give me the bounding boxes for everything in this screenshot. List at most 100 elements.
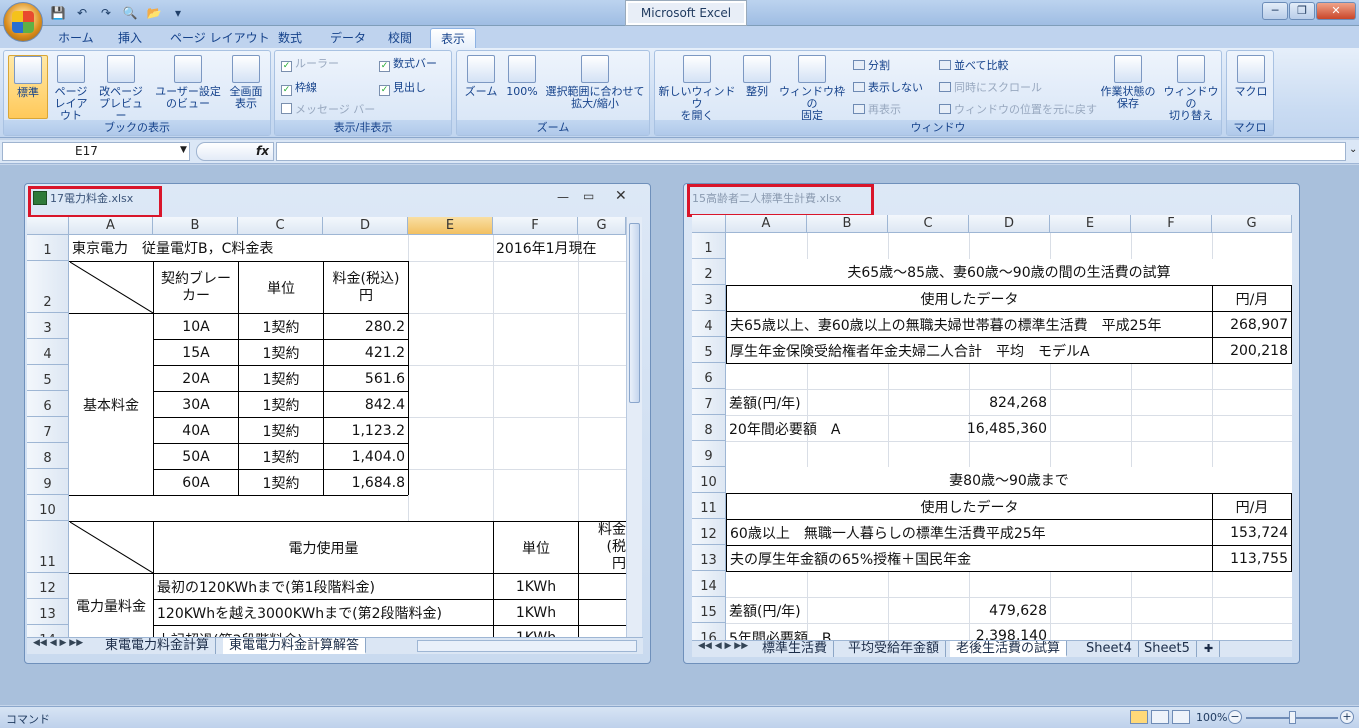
col-header-e[interactable]: E [1050,215,1131,233]
tab-insert[interactable]: 挿入 [108,28,152,48]
open-folder-icon[interactable]: 📂 [146,5,162,21]
cell-usage-desc[interactable]: 最初の120KWhまで(第1段階料金) [154,574,493,599]
sync-scroll-button[interactable]: 同時にスクロール [939,79,1042,97]
col-header-c[interactable]: C [238,217,323,235]
name-box-dropdown-icon[interactable]: ▼ [180,145,187,155]
cell-g11-fee[interactable]: 料金(税 円 [579,522,626,573]
row-header[interactable]: 7 [692,389,726,415]
select-all-corner[interactable] [27,217,69,235]
row-header[interactable]: 9 [692,441,726,467]
col-header-e[interactable]: E [408,217,493,235]
sheet-tab[interactable]: Sheet4 [1080,641,1139,657]
page-layout-icon[interactable] [1151,710,1169,724]
zoom-level[interactable]: 100% [1196,711,1227,724]
tab-page-layout[interactable]: ページ レイアウト [160,28,280,48]
row-header[interactable]: 2 [27,261,69,313]
select-all-corner[interactable] [692,215,726,233]
wb1-scroll-thumb[interactable] [629,223,640,403]
freeze-panes-button[interactable]: ウィンドウ枠の 固定 [777,55,847,122]
row-header[interactable]: 4 [27,339,69,365]
macro-button[interactable]: マクロ [1231,55,1271,98]
row-header[interactable]: 1 [692,233,726,259]
new-window-button[interactable]: 新しいウィンドウ を開く [657,55,737,122]
cell-r12-val[interactable]: 153,724 [1213,520,1291,545]
row-header[interactable]: 9 [27,469,69,495]
expand-formula-bar-icon[interactable]: ⌄ [1349,144,1357,155]
cell-r16-val[interactable]: 2,398,140 [942,624,1050,640]
undo-icon[interactable]: ↶ [74,5,90,21]
cell-breaker-unit[interactable]: 1契約 [239,470,323,495]
cell-breaker-unit[interactable]: 1契約 [239,340,323,365]
cell-r4-val[interactable]: 268,907 [1213,312,1291,337]
col-header-a[interactable]: A [69,217,153,235]
row-header[interactable]: 6 [27,391,69,417]
zoom-in-icon[interactable]: + [1340,710,1354,724]
cell-r3-data[interactable]: 使用したデータ [727,286,1212,311]
row-header[interactable]: 1 [27,235,69,261]
restore-button[interactable]: ❐ [1289,2,1315,20]
cell-r7-desc[interactable]: 差額(円/年) [726,390,888,415]
cell-usage-desc[interactable]: 上記超過(第3段階料金) [154,626,493,637]
cell-usage-unit[interactable]: 1KWh [494,600,578,625]
row-header[interactable]: 14 [692,571,726,597]
normal-view-icon[interactable] [1130,710,1148,724]
row-header[interactable]: 12 [27,573,69,599]
zoom-slider-thumb[interactable] [1289,711,1296,724]
view-side-by-side-button[interactable]: 並べて比較 [939,57,1009,75]
col-header-c[interactable]: C [888,215,969,233]
cell-breaker-amp[interactable]: 50A [154,444,238,469]
row-header[interactable]: 16 [692,623,726,640]
row-header[interactable]: 10 [692,467,726,493]
cell-breaker-amp[interactable]: 30A [154,392,238,417]
page-break-preview-button[interactable]: 改ページ プレビュー [96,55,146,122]
zoom-100-button[interactable]: 100% [505,55,539,98]
row-header[interactable]: 3 [692,285,726,311]
full-screen-button[interactable]: 全画面 表示 [224,55,268,110]
cell-r5-desc[interactable]: 厚生年金保険受給権者年金夫婦二人合計 平均 モデルA [727,338,1212,363]
tab-home[interactable]: ホーム [48,28,104,48]
col-header-d[interactable]: D [969,215,1050,233]
split-button[interactable]: 分割 [853,57,890,75]
cell-r15-desc[interactable]: 差額(円/年) [726,598,888,623]
unhide-button[interactable]: 再表示 [853,101,901,119]
cell-breaker-unit[interactable]: 1契約 [239,314,323,339]
cell-breaker-amp[interactable]: 60A [154,470,238,495]
formula-input[interactable] [276,142,1346,161]
cell-r13-val[interactable]: 113,755 [1213,546,1291,571]
tab-formulas[interactable]: 数式 [268,28,312,48]
cell-r13-desc[interactable]: 夫の厚生年金額の65%授権＋国民年金 [727,546,1212,571]
cell-breaker-fee[interactable]: 1,123.2 [324,418,408,443]
sheet-nav-icons[interactable]: ◀◀ ◀ ▶ ▶▶ [698,641,748,651]
row-header[interactable]: 6 [692,363,726,389]
row-header[interactable]: 11 [692,493,726,519]
row-header[interactable]: 8 [27,443,69,469]
cell-b11-usage[interactable]: 電力使用量 [154,522,493,573]
tab-view[interactable]: 表示 [430,28,477,48]
cell-r15-val[interactable]: 479,628 [969,598,1050,623]
insert-function-button[interactable]: fx [196,142,274,161]
headings-checkbox[interactable]: ✓ 見出し [379,79,426,97]
cell-r8-val[interactable]: 16,485,360 [942,416,1050,441]
col-header-a[interactable]: A [726,215,807,233]
cell-usage-unit[interactable]: 1KWh [494,626,578,637]
tab-review[interactable]: 校閲 [378,28,422,48]
cell-usage-unit[interactable]: 1KWh [494,574,578,599]
zoom-button[interactable]: ズーム [461,55,501,98]
name-box[interactable]: E17 [2,142,190,161]
row-header[interactable]: 3 [27,313,69,339]
row-header[interactable]: 10 [27,495,69,521]
cell-breaker-amp[interactable]: 40A [154,418,238,443]
cell-usage-desc[interactable]: 120KWhを越え3000KWhまで(第2段階料金) [154,600,493,625]
cell-breaker-amp[interactable]: 20A [154,366,238,391]
page-layout-view-button[interactable]: ページ レイアウト [50,55,92,122]
cell-r8-desc[interactable]: 20年間必要額 A [726,416,888,441]
cell-breaker-fee[interactable]: 842.4 [324,392,408,417]
arrange-all-button[interactable]: 整列 [739,55,775,98]
cell-r10-title[interactable]: 妻80歳～90歳まで [726,467,1292,493]
col-header-f[interactable]: F [1131,215,1212,233]
sheet-tab-active[interactable]: 老後生活費の試算 [950,641,1068,657]
cell-a3-base-fee[interactable]: 基本料金 [69,314,153,495]
cell-breaker-fee[interactable]: 1,404.0 [324,444,408,469]
print-preview-icon[interactable]: 🔍 [122,5,138,21]
redo-icon[interactable]: ↷ [98,5,114,21]
